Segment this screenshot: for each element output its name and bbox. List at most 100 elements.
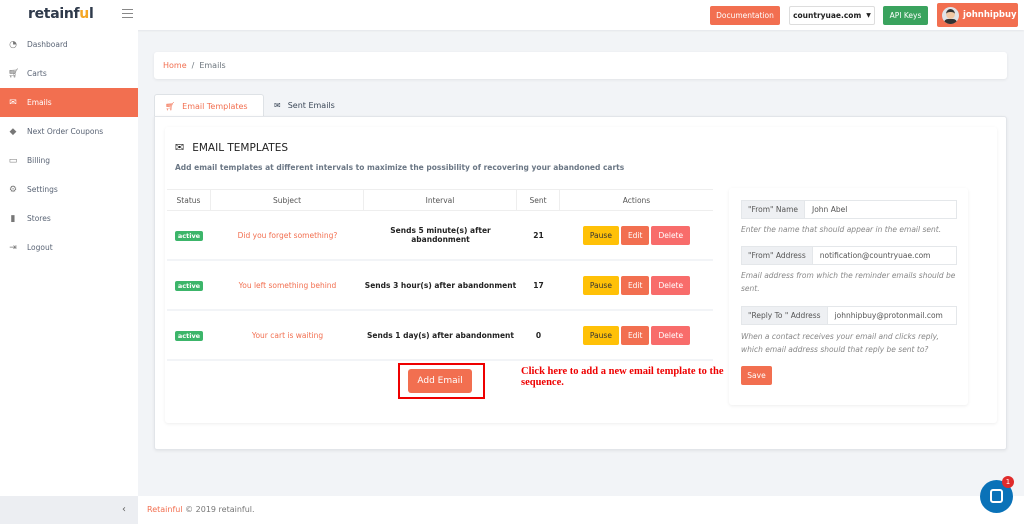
- edit-button[interactable]: Edit: [620, 275, 650, 295]
- logout-icon: ⇥: [9, 242, 17, 253]
- chat-notification-badge: 1: [1002, 476, 1014, 488]
- menu-toggle-icon[interactable]: [122, 9, 133, 18]
- sent-count: 17: [517, 261, 560, 311]
- tab-label: Sent Emails: [287, 101, 335, 110]
- email-subject: Your cart is waiting: [211, 311, 364, 361]
- pause-button[interactable]: Pause: [582, 275, 619, 295]
- column-header-actions: Actions: [560, 189, 713, 211]
- documentation-button[interactable]: Documentation: [710, 6, 780, 25]
- sidebar-item-logout[interactable]: ⇥ Logout: [0, 233, 138, 262]
- edit-button[interactable]: Edit: [620, 325, 650, 345]
- tab-label: Email Templates: [182, 101, 248, 111]
- sidebar-item-label: Emails: [27, 98, 52, 107]
- username: johnhipbuy: [963, 10, 1017, 20]
- pause-button[interactable]: Pause: [582, 225, 619, 245]
- envelope-icon: ✉: [274, 101, 281, 110]
- sidebar-item-next-order-coupons[interactable]: ◆ Next Order Coupons: [0, 117, 138, 146]
- delete-button[interactable]: Delete: [651, 275, 691, 295]
- email-templates-table: Status Subject Interval Sent Actions act…: [167, 189, 713, 361]
- store-icon: ▮: [10, 213, 16, 224]
- delete-button[interactable]: Delete: [651, 225, 691, 245]
- avatar: [942, 6, 959, 24]
- sidebar-item-label: Stores: [27, 214, 51, 223]
- email-interval: Sends 5 minute(s) after abandonment: [364, 211, 517, 261]
- sidebar: ◔ Dashboard 🛒︎ Carts ✉ Emails ◆ Next Order C…: [0, 30, 138, 496]
- add-email-button[interactable]: Add Email: [408, 369, 472, 393]
- status-badge: active: [174, 280, 204, 291]
- from-name-field[interactable]: "From" Name John Abel: [741, 200, 957, 219]
- section-title: ✉ EMAIL TEMPLATES: [175, 141, 288, 154]
- reply-to-field[interactable]: "Reply To " Address johnhipbuy@protonmail…: [741, 306, 957, 325]
- sidebar-item-settings[interactable]: ⚙ Settings: [0, 175, 138, 204]
- sidebar-collapse-button[interactable]: ‹: [0, 496, 138, 524]
- user-menu[interactable]: johnhipbuy: [937, 3, 1018, 27]
- tags-icon: ◆: [9, 126, 17, 137]
- from-address-field[interactable]: "From" Address notification@countryuae.co…: [741, 246, 957, 265]
- sidebar-item-billing[interactable]: ▭ Billing: [0, 146, 138, 175]
- from-name-label: "From" Name: [742, 201, 805, 218]
- from-address-help: Email address from which the reminder em…: [741, 271, 956, 293]
- section-subtitle: Add email templates at different interva…: [175, 163, 625, 172]
- tab-sent-emails[interactable]: ✉ Sent Emails: [264, 94, 354, 117]
- section-title-text: EMAIL TEMPLATES: [192, 141, 288, 154]
- column-header-status: Status: [167, 189, 211, 211]
- sidebar-item-label: Next Order Coupons: [27, 127, 104, 136]
- breadcrumb-home[interactable]: Home: [163, 61, 187, 70]
- credit-card-icon: ▭: [8, 155, 18, 166]
- chat-button[interactable]: 1: [980, 476, 1014, 513]
- top-header: retainful Documentation countryuae.com ▼ …: [0, 0, 1024, 30]
- pause-button[interactable]: Pause: [582, 325, 619, 345]
- sidebar-item-label: Dashboard: [27, 40, 68, 49]
- breadcrumb: Home / Emails: [154, 52, 1007, 79]
- logo[interactable]: retainful: [28, 6, 94, 22]
- from-address-input[interactable]: notification@countryuae.com: [813, 247, 938, 264]
- sidebar-item-emails[interactable]: ✉ Emails: [0, 88, 138, 117]
- store-select[interactable]: countryuae.com ▼: [789, 6, 875, 25]
- footer-brand-link[interactable]: Retainful: [147, 505, 183, 514]
- status-badge: active: [174, 330, 204, 341]
- column-header-interval: Interval: [364, 189, 517, 211]
- sidebar-item-label: Logout: [27, 243, 53, 252]
- gear-icon: ⚙: [8, 184, 18, 195]
- chat-icon: [990, 489, 1003, 503]
- api-keys-button[interactable]: API Keys: [883, 6, 928, 25]
- column-header-sent: Sent: [517, 189, 560, 211]
- from-address-label: "From" Address: [742, 247, 813, 264]
- sidebar-item-label: Carts: [27, 69, 47, 78]
- edit-button[interactable]: Edit: [620, 225, 650, 245]
- sidebar-item-dashboard[interactable]: ◔ Dashboard: [0, 30, 138, 59]
- email-interval: Sends 3 hour(s) after abandonment: [364, 261, 517, 311]
- sidebar-item-label: Billing: [27, 156, 50, 165]
- email-interval: Sends 1 day(s) after abandonment: [364, 311, 517, 361]
- from-name-help: Enter the name that should appear in the…: [741, 225, 942, 234]
- footer-text: © 2019 retainful.: [185, 505, 255, 514]
- tab-email-templates[interactable]: 🛒︎ Email Templates: [154, 94, 264, 117]
- reply-to-help: When a contact receives your email and c…: [741, 332, 939, 354]
- sidebar-item-label: Settings: [27, 185, 58, 194]
- reply-to-input[interactable]: johnhipbuy@protonmail.com: [828, 307, 950, 324]
- footer: Retainful © 2019 retainful.: [138, 496, 1024, 524]
- reply-to-label: "Reply To " Address: [742, 307, 828, 324]
- dashboard-icon: ◔: [9, 39, 17, 50]
- delete-button[interactable]: Delete: [651, 325, 691, 345]
- sidebar-item-stores[interactable]: ▮ Stores: [0, 204, 138, 233]
- cart-icon: 🛒︎: [8, 68, 20, 79]
- from-name-input[interactable]: John Abel: [805, 201, 854, 218]
- envelope-icon: ✉: [9, 97, 17, 108]
- email-subject: You left something behind: [211, 261, 364, 311]
- breadcrumb-separator: /: [191, 61, 195, 70]
- save-button[interactable]: Save: [741, 366, 772, 385]
- store-select-value: countryuae.com: [793, 11, 862, 20]
- envelope-icon: ✉: [175, 141, 185, 154]
- table-row: active You left something behind Sends 3…: [167, 261, 713, 311]
- column-header-subject: Subject: [211, 189, 364, 211]
- table-row: active Did you forget something? Sends 5…: [167, 211, 713, 261]
- sidebar-item-carts[interactable]: 🛒︎ Carts: [0, 59, 138, 88]
- cart-icon: 🛒︎: [165, 101, 176, 111]
- table-row: active Your cart is waiting Sends 1 day(…: [167, 311, 713, 361]
- email-subject: Did you forget something?: [211, 211, 364, 261]
- sent-count: 21: [517, 211, 560, 261]
- annotation-text: Click here to add a new email template t…: [521, 366, 724, 388]
- sent-count: 0: [517, 311, 560, 361]
- breadcrumb-current: Emails: [199, 61, 226, 70]
